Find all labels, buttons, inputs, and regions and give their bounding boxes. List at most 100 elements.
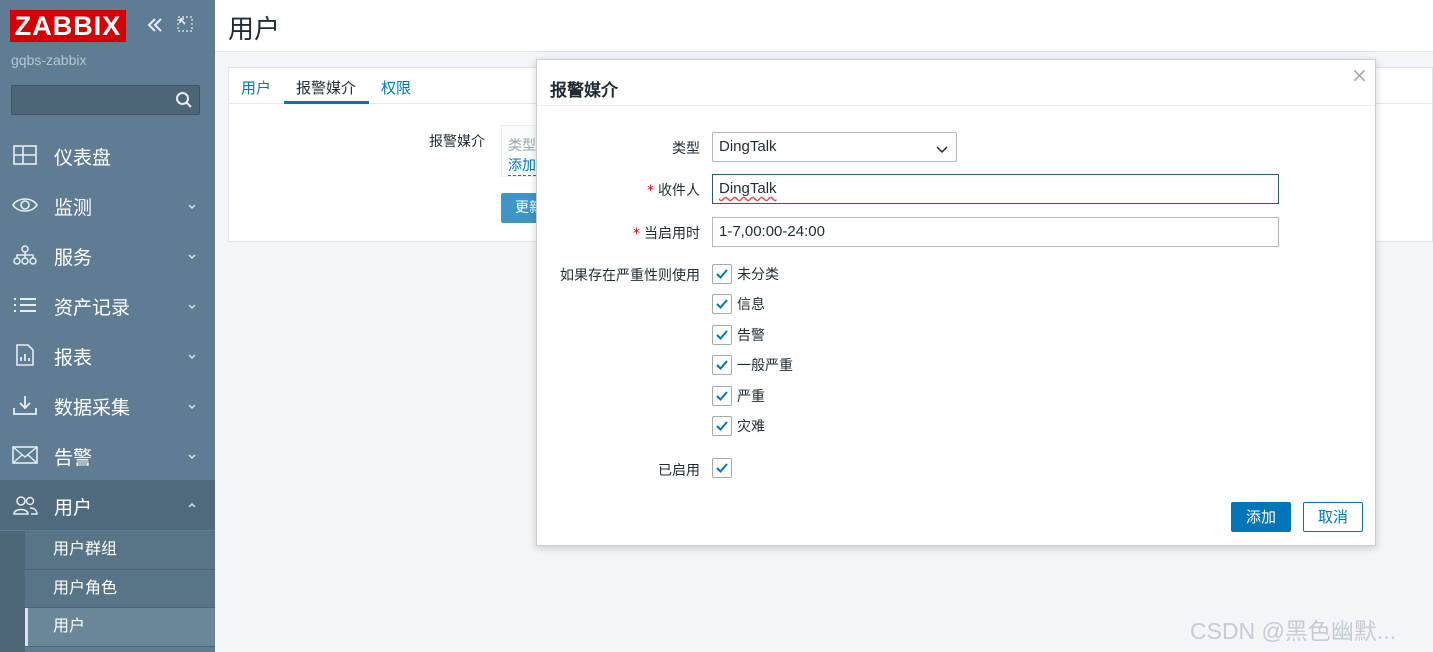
menu-item-monitoring[interactable]: 监测 [0,180,215,230]
submenu-item-user-roles[interactable]: 用户角色 [25,570,215,608]
severity-checkbox-label: 严重 [737,389,765,405]
chevron-down-icon [186,446,198,459]
severity-checkbox-row[interactable]: 严重 [712,386,765,406]
envelope-icon [12,443,38,467]
required-mark: * [633,226,640,242]
menu-item-data-collection[interactable]: 数据采集 [0,380,215,430]
check-icon [716,391,728,401]
chevron-down-icon [186,196,198,209]
severity-checkbox-row[interactable]: 一般严重 [712,355,793,375]
server-hostname: gqbs-zabbix [11,52,87,68]
check-icon [716,269,728,279]
add-media-link[interactable]: 添加 [508,155,536,176]
menu-item-alerts[interactable]: 告警 [0,430,215,480]
main-menu: 仪表盘 监测 服务 资产记录 报表 数据采集 告警 用户 [0,130,215,530]
menu-item-services[interactable]: 服务 [0,230,215,280]
severity-checkbox-row[interactable]: 未分类 [712,264,779,284]
csdn-watermark: CSDN @黑色幽默... [1190,618,1397,644]
recipient-input-value: DingTalk [719,180,777,197]
users-icon [12,493,38,517]
menu-label: 服务 [54,248,93,269]
chevron-down-icon [186,346,198,359]
report-icon [12,343,38,367]
when-active-input[interactable]: 1-7,00:00-24:00 [712,217,1279,247]
menu-label: 数据采集 [54,398,131,419]
menu-label: 资产记录 [54,298,131,319]
severity-checkbox-label: 一般严重 [737,358,793,374]
chevron-down-icon [186,396,198,409]
when-active-label: * 当启用时 [500,223,700,243]
menu-label: 监测 [54,198,93,219]
chevron-down-icon [936,142,948,154]
severity-checkbox[interactable] [712,294,732,314]
chevron-down-icon [186,296,198,309]
check-icon [716,299,728,309]
dialog-header: 报警媒介 × [537,60,1375,106]
menu-label: 仪表盘 [54,148,112,169]
tab-media[interactable]: 报警媒介 [296,77,356,98]
required-mark: * [647,183,654,199]
menu-item-reports[interactable]: 报表 [0,330,215,380]
severity-checkbox[interactable] [712,325,732,345]
zabbix-logo[interactable]: ZABBIX [10,10,126,42]
services-icon [12,243,38,267]
severity-checkbox-label: 信息 [737,297,765,313]
logo-row: ZABBIX [10,10,210,42]
menu-item-inventory[interactable]: 资产记录 [0,280,215,330]
recipient-label: * 收件人 [500,180,700,200]
page-header: 用户 [215,0,1433,52]
menu-label: 告警 [54,448,93,469]
type-label: 类型 [672,141,700,157]
media-dialog: 报警媒介 × 类型 DingTalk * 收件人 DingTalk * 当启用时 1… [536,59,1376,546]
check-icon [716,421,728,431]
type-select-value: DingTalk [719,138,777,155]
kiosk-mode-icon[interactable] [174,14,196,36]
list-icon [12,293,38,317]
enabled-label: 已启用 [658,463,700,479]
dialog-title: 报警媒介 [550,81,618,101]
enabled-checkbox[interactable] [712,458,732,478]
add-button[interactable]: 添加 [1231,502,1291,532]
when-active-label-text: 当启用时 [644,226,700,242]
enabled-checkbox-row[interactable] [712,458,732,478]
search-input[interactable] [12,86,172,114]
severity-checkbox-row[interactable]: 告警 [712,325,765,345]
search-box[interactable] [11,85,200,115]
cancel-button[interactable]: 取消 [1303,502,1363,532]
sidebar: ZABBIX gqbs-zabbix 仪表盘 监测 服务 资产记录 报表 数据采… [0,0,215,652]
submenu-item-user-groups[interactable]: 用户群组 [25,531,215,570]
severity-checkbox[interactable] [712,264,732,284]
page-title: 用户 [228,14,281,44]
severity-checkbox[interactable] [712,355,732,375]
close-icon[interactable]: × [1351,65,1368,85]
search-icon[interactable] [175,91,193,109]
chevron-up-icon [186,496,198,508]
severity-label: 如果存在严重性则使用 [560,268,700,284]
severity-checkbox-label: 灾难 [737,419,765,435]
severity-checkbox[interactable] [712,416,732,436]
dashboard-icon [12,143,38,167]
recipient-label-text: 收件人 [658,183,700,199]
severity-checkbox-row[interactable]: 信息 [712,294,765,314]
users-submenu: 用户群组 用户角色 用户 [25,531,215,647]
collapse-sidebar-icon[interactable] [144,14,166,36]
menu-label: 用户 [54,498,93,519]
severity-checkbox-label: 未分类 [737,267,779,283]
check-icon [716,330,728,340]
active-tab-indicator [284,101,369,104]
check-icon [716,463,728,473]
severity-checkbox[interactable] [712,386,732,406]
submenu-item-users[interactable]: 用户 [25,608,215,647]
chevron-down-icon [186,246,198,259]
menu-label: 报表 [54,348,93,369]
eye-icon [12,193,38,217]
severity-checkbox-row[interactable]: 灾难 [712,416,765,436]
tab-user[interactable]: 用户 [241,77,271,98]
menu-item-users[interactable]: 用户 [0,480,215,530]
tab-permissions[interactable]: 权限 [381,77,411,98]
menu-item-dashboard[interactable]: 仪表盘 [0,130,215,180]
recipient-input[interactable]: DingTalk [712,174,1279,204]
download-icon [12,393,38,417]
type-select[interactable]: DingTalk [712,132,957,162]
submenu-gutter [0,531,25,652]
